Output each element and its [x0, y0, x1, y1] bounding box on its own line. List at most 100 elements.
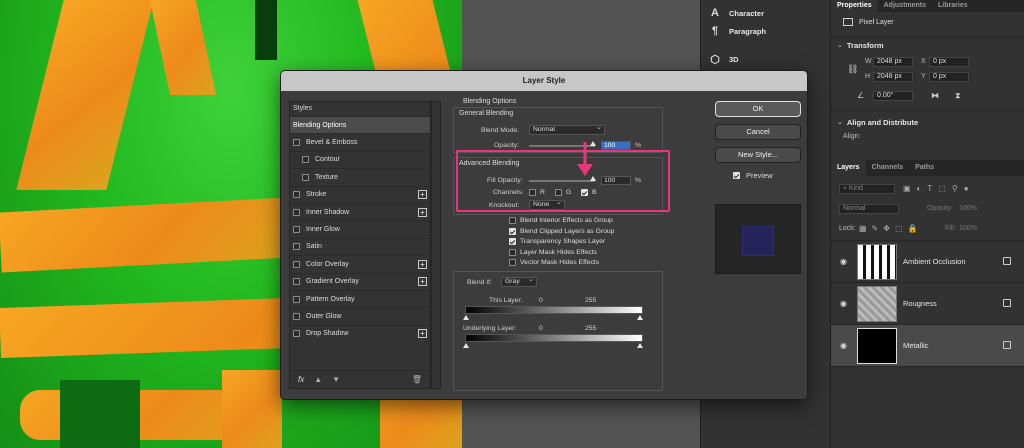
style-item-gradient-overlay[interactable]: Gradient Overlay +	[290, 272, 430, 290]
option-vector-mask-hides-effects[interactable]: Vector Mask Hides Effects	[509, 259, 599, 266]
chevron-down-icon: ⌄	[837, 42, 843, 49]
eye-icon[interactable]: ◉	[840, 299, 850, 308]
styles-list: Styles Blending Options Bevel & Emboss Con…	[289, 101, 431, 389]
this-layer-white-thumb[interactable]	[637, 315, 643, 320]
layers-tabs: Layers Channels Paths	[831, 160, 1024, 176]
layer-filter-kind[interactable]: ⌕ Kind	[839, 184, 895, 194]
blend-mode-select[interactable]: Normal	[529, 124, 605, 135]
underlying-black-thumb[interactable]	[463, 343, 469, 348]
flip-horizontal-icon[interactable]: ⧓	[931, 91, 939, 100]
eye-icon[interactable]: ◉	[840, 257, 850, 266]
style-item-blending-options[interactable]: Blending Options	[290, 116, 430, 134]
style-item-inner-shadow[interactable]: Inner Shadow +	[290, 202, 430, 220]
preview-swatch	[742, 226, 774, 256]
style-checkbox[interactable]	[293, 191, 300, 199]
add-style-icon[interactable]: +	[418, 277, 427, 287]
style-item-label: Inner Glow	[306, 226, 340, 234]
properties-tabs: Properties Adjustments Libraries	[831, 0, 1024, 12]
width-field[interactable]: 2048 px	[873, 57, 913, 67]
layer-blend-mode[interactable]: Normal	[839, 204, 899, 214]
tab-adjustments[interactable]: Adjustments	[878, 0, 932, 12]
style-item-drop-shadow[interactable]: Drop Shadow +	[290, 324, 430, 342]
link-icon[interactable]: ⛓	[847, 64, 858, 75]
style-item-bevel-emboss[interactable]: Bevel & Emboss	[290, 133, 430, 150]
style-item-label: Pattern Overlay	[306, 295, 355, 303]
layer-filter-icons[interactable]: ▣◐T⬚⚲●	[903, 184, 975, 193]
smart-object-icon	[1003, 341, 1011, 349]
3d-panel-button[interactable]: ⬡ 3D	[709, 50, 738, 68]
style-item-texture[interactable]: Texture	[290, 168, 430, 185]
move-down-icon[interactable]: ▼	[332, 375, 340, 384]
y-field[interactable]: 0 px	[929, 72, 969, 82]
option-transparency-shapes-layer[interactable]: Transparency Shapes Layer	[509, 238, 605, 245]
add-style-icon[interactable]: +	[418, 259, 427, 269]
trash-icon[interactable]: 🗑	[412, 375, 422, 384]
style-checkbox[interactable]	[293, 260, 300, 268]
this-layer-gradient	[465, 306, 643, 314]
underlying-white-thumb[interactable]	[637, 343, 643, 348]
blend-if-select[interactable]: Gray	[501, 276, 537, 287]
tab-libraries[interactable]: Libraries	[932, 0, 974, 12]
style-item-color-overlay[interactable]: Color Overlay +	[290, 255, 430, 272]
tab-properties[interactable]: Properties	[831, 0, 878, 12]
styles-footer: fx ▲ ▼ 🗑	[290, 370, 430, 388]
move-up-icon[interactable]: ▲	[314, 375, 322, 384]
add-style-icon[interactable]: +	[418, 329, 427, 339]
layer-row-rougness[interactable]: ◉ Rougness	[831, 282, 1024, 324]
add-style-icon[interactable]: +	[418, 207, 427, 217]
cancel-button[interactable]: Cancel	[715, 124, 801, 140]
tab-layers[interactable]: Layers	[831, 160, 866, 176]
style-item-contour[interactable]: Contour	[290, 150, 430, 168]
style-checkbox[interactable]	[293, 243, 300, 251]
style-item-outer-glow[interactable]: Outer Glow	[290, 307, 430, 324]
style-item-satin[interactable]: Satin	[290, 237, 430, 255]
style-checkbox[interactable]	[293, 226, 300, 234]
option-layer-mask-hides-effects[interactable]: Layer Mask Hides Effects	[509, 248, 597, 256]
style-item-inner-glow[interactable]: Inner Glow	[290, 220, 430, 237]
x-field[interactable]: 0 px	[929, 57, 969, 67]
style-checkbox[interactable]	[293, 139, 300, 147]
style-checkbox[interactable]	[293, 295, 300, 303]
new-style-button[interactable]: New Style...	[715, 147, 801, 163]
style-checkbox[interactable]	[293, 312, 300, 320]
this-layer-black-thumb[interactable]	[463, 315, 469, 320]
align-section[interactable]: ⌄ Align and Distribute	[837, 118, 918, 127]
transform-section[interactable]: ⌄ Transform	[837, 41, 884, 50]
tab-paths[interactable]: Paths	[909, 160, 940, 176]
option-blend-clipped-layers-as-group[interactable]: Blend Clipped Layers as Group	[509, 227, 614, 235]
preview-checkbox[interactable]: Preview	[733, 171, 773, 180]
opacity-input[interactable]: 100	[601, 141, 631, 150]
styles-scrollbar[interactable]	[431, 101, 441, 389]
layer-row-ambient-occlusion[interactable]: ◉ Ambient Occlusion	[831, 240, 1024, 282]
right-panels: Properties Adjustments Libraries Pixel L…	[830, 0, 1024, 448]
fx-icon[interactable]: fx	[298, 375, 304, 384]
style-checkbox[interactable]	[293, 278, 300, 286]
angle-field[interactable]: 0.00°	[873, 91, 913, 101]
style-item-stroke[interactable]: Stroke +	[290, 185, 430, 203]
add-style-icon[interactable]: +	[418, 190, 427, 200]
style-checkbox[interactable]	[293, 330, 300, 338]
pixel-layer-icon	[843, 18, 853, 26]
styles-header: Styles	[293, 105, 313, 112]
3d-icon: ⬡	[710, 53, 720, 66]
style-item-pattern-overlay[interactable]: Pattern Overlay	[290, 289, 430, 307]
height-field[interactable]: 2048 px	[873, 72, 913, 82]
lock-icons[interactable]: ▦✎✥⬚🔒	[859, 224, 922, 233]
layer-thumbnail	[857, 328, 897, 364]
layer-row-metallic[interactable]: ◉ Metallic	[831, 324, 1024, 366]
option-blend-interior-effects-as-group[interactable]: Blend Interior Effects as Group	[509, 217, 613, 224]
style-checkbox[interactable]	[302, 156, 309, 164]
style-item-label: Contour	[315, 156, 340, 164]
paragraph-panel-button[interactable]: ¶ Paragraph	[709, 22, 766, 40]
smart-object-icon	[1003, 257, 1011, 265]
tab-channels[interactable]: Channels	[866, 160, 910, 176]
style-item-label: Satin	[306, 243, 322, 251]
style-checkbox[interactable]	[302, 173, 309, 181]
eye-icon[interactable]: ◉	[840, 341, 850, 350]
pixel-layer-label: Pixel Layer	[843, 18, 894, 26]
angle-icon: ∠	[857, 91, 865, 100]
character-panel-button[interactable]: A Character	[709, 4, 764, 22]
style-checkbox[interactable]	[293, 208, 300, 216]
ok-button[interactable]: OK	[715, 101, 801, 117]
flip-vertical-icon[interactable]: ⧗	[955, 91, 961, 101]
